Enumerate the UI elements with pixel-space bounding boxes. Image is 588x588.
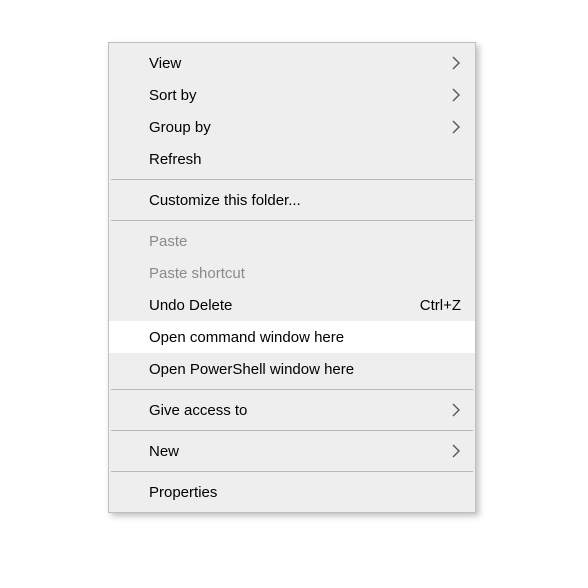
menu-open-powershell-window-here[interactable]: Open PowerShell window here <box>109 353 475 385</box>
menu-separator <box>111 220 473 221</box>
menu-item-label: Undo Delete <box>149 297 400 314</box>
menu-sort-by[interactable]: Sort by <box>109 79 475 111</box>
menu-item-label: View <box>149 55 461 72</box>
menu-item-label: Paste <box>149 233 461 250</box>
menu-new[interactable]: New <box>109 435 475 467</box>
chevron-right-icon <box>451 443 461 459</box>
chevron-right-icon <box>451 55 461 71</box>
chevron-right-icon <box>451 119 461 135</box>
menu-paste-shortcut: Paste shortcut <box>109 257 475 289</box>
menu-customize-folder[interactable]: Customize this folder... <box>109 184 475 216</box>
menu-group-by[interactable]: Group by <box>109 111 475 143</box>
menu-separator <box>111 430 473 431</box>
menu-item-label: Open command window here <box>149 329 461 346</box>
menu-item-label: Refresh <box>149 151 461 168</box>
menu-open-command-window-here[interactable]: Open command window here <box>109 321 475 353</box>
menu-item-label: New <box>149 443 461 460</box>
chevron-right-icon <box>451 87 461 103</box>
menu-item-label: Give access to <box>149 402 461 419</box>
menu-item-label: Properties <box>149 484 461 501</box>
menu-paste: Paste <box>109 225 475 257</box>
menu-separator <box>111 179 473 180</box>
menu-undo-delete[interactable]: Undo Delete Ctrl+Z <box>109 289 475 321</box>
menu-item-label: Customize this folder... <box>149 192 461 209</box>
menu-view[interactable]: View <box>109 47 475 79</box>
chevron-right-icon <box>451 402 461 418</box>
context-menu: View Sort by Group by Refresh Customize … <box>108 42 476 513</box>
menu-item-label: Open PowerShell window here <box>149 361 461 378</box>
menu-separator <box>111 389 473 390</box>
menu-properties[interactable]: Properties <box>109 476 475 508</box>
menu-refresh[interactable]: Refresh <box>109 143 475 175</box>
menu-item-label: Group by <box>149 119 461 136</box>
menu-give-access-to[interactable]: Give access to <box>109 394 475 426</box>
menu-item-label: Sort by <box>149 87 461 104</box>
menu-item-shortcut: Ctrl+Z <box>400 297 461 314</box>
menu-item-label: Paste shortcut <box>149 265 461 282</box>
menu-separator <box>111 471 473 472</box>
